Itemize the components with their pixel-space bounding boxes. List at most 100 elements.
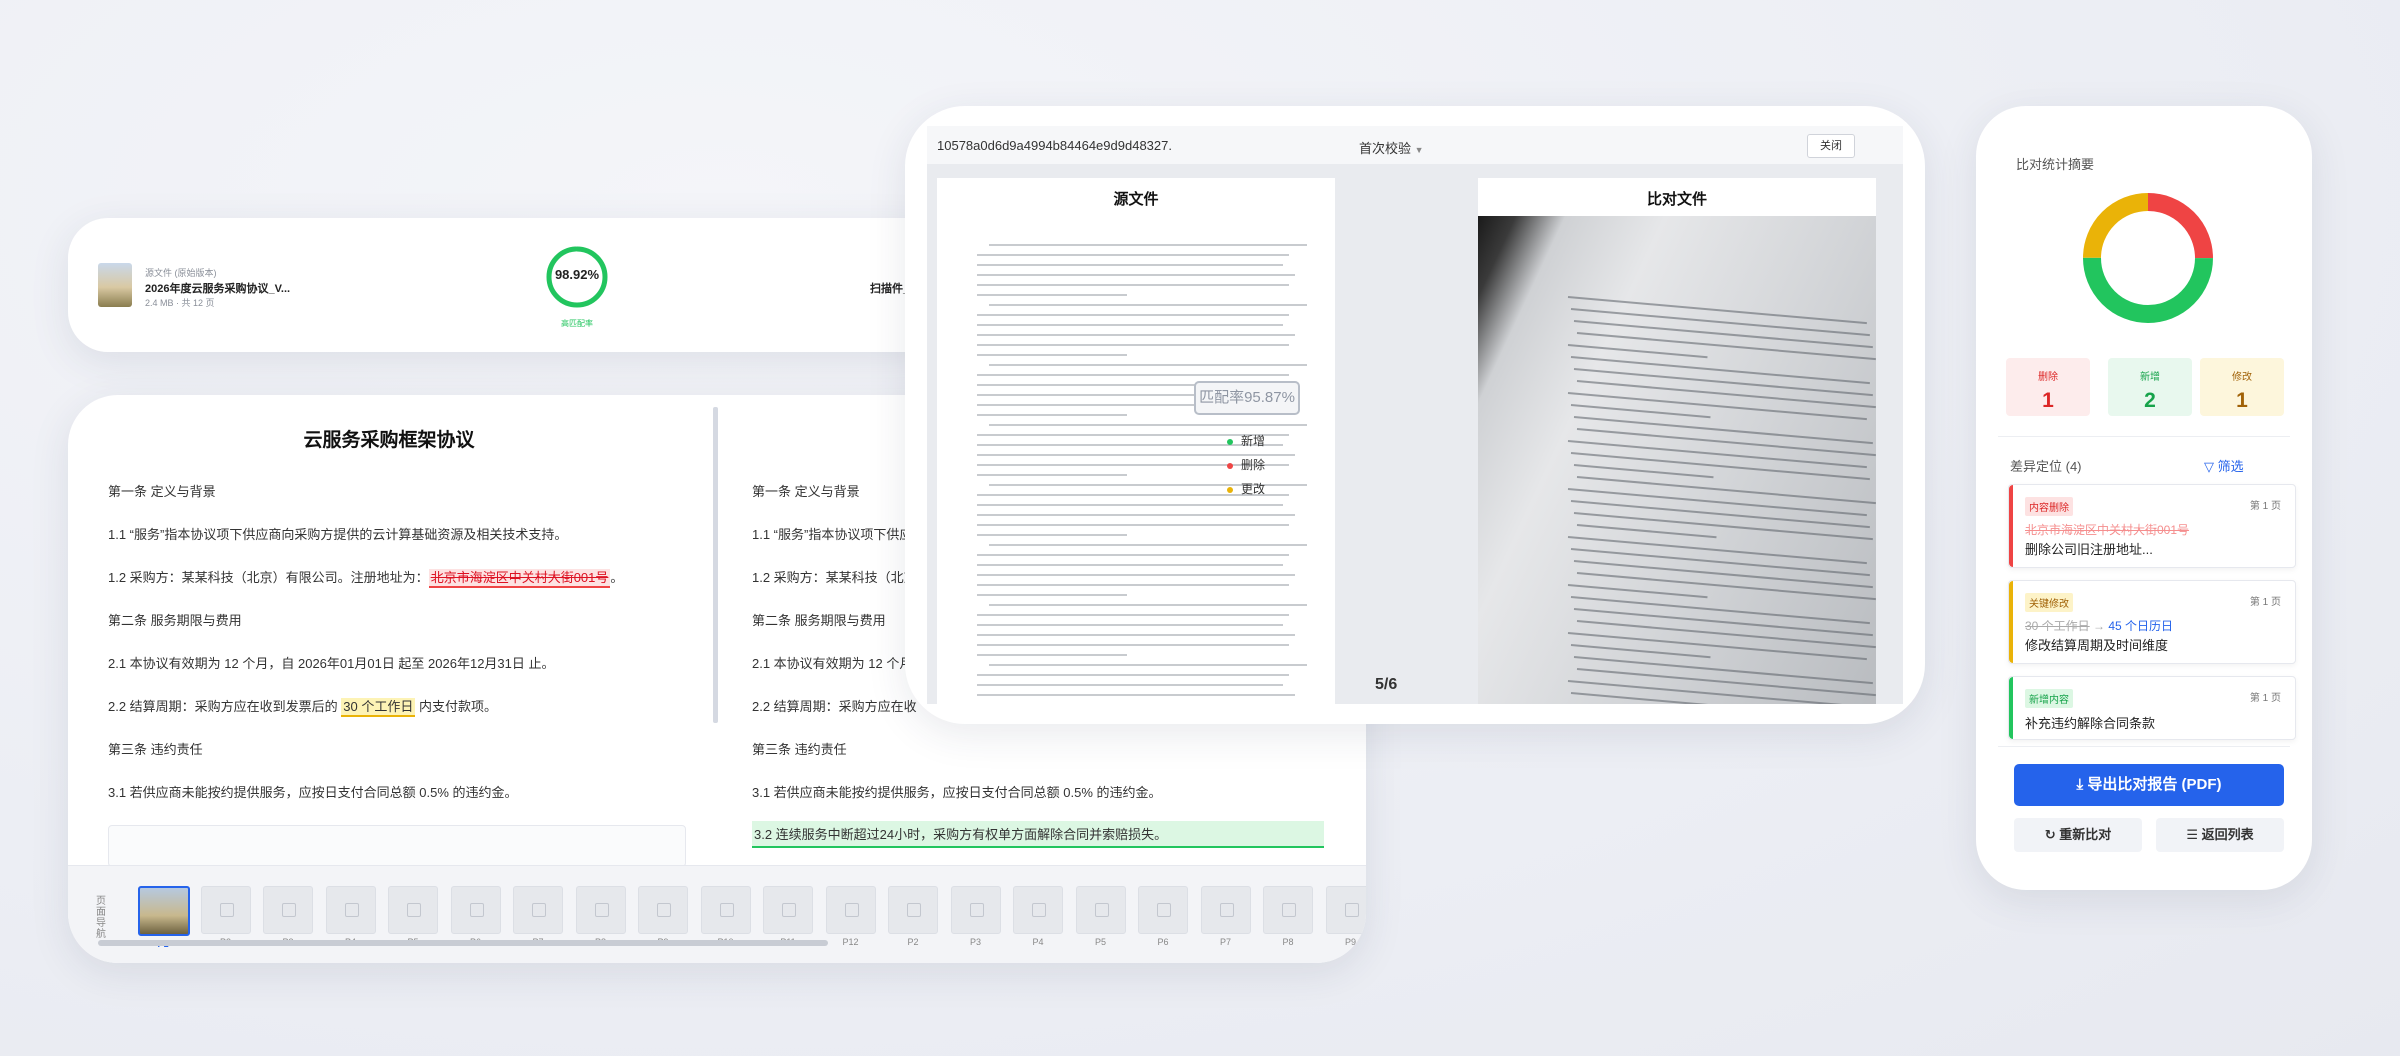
doc-paragraph: 1.2 采购方：某某科技（北京: [752, 570, 917, 585]
compare-page[interactable]: 比对文件: [1478, 178, 1876, 704]
doc-paragraph: 2.2 结算周期：采购方应在收到发票后的 30 个工作日 内支付款项。: [108, 696, 497, 717]
page-thumbnail[interactable]: P11: [763, 886, 813, 948]
page-preview: [825, 886, 876, 934]
legend-label: 更改: [1241, 482, 1266, 496]
diff-donut-chart: [2083, 193, 2213, 323]
source-file-thumbnail[interactable]: [98, 263, 132, 307]
match-rate-badge: 匹配率95.87%: [1194, 381, 1300, 415]
modified-text-highlight[interactable]: 30 个工作日: [341, 698, 416, 717]
doc-heading: 第二条 服务期限与费用: [752, 613, 886, 628]
diff-item-modified[interactable]: 关键修改 第 1 页 30 个工作日 → 45 个日历日 修改结算周期及时间维度: [2008, 580, 2296, 664]
page-thumbnail[interactable]: P2: [888, 886, 938, 948]
stat-deleted[interactable]: 删除 1: [2006, 358, 2090, 416]
text-line: [989, 424, 1307, 426]
stat-added[interactable]: 新增 2: [2108, 358, 2192, 416]
text-line: [977, 274, 1295, 276]
page-thumbnail[interactable]: P7: [513, 886, 563, 948]
doc-heading: 第三条 违约责任: [108, 742, 203, 757]
page-thumbnail-strip[interactable]: 页面导航 P1P2P3P4P5P6P7P8P9P10P11P12P2P3P4P5…: [68, 865, 1366, 963]
doc-paragraph: 3.1 若供应商未能按约提供服务，应按日支付合同总额 0.5% 的违约金。: [752, 785, 1162, 800]
viewer-toolbar: 10578a0d6d9a4994b84464e9d9d48327. 首次校验 ▼…: [927, 126, 1903, 164]
page-thumbnail[interactable]: P9: [638, 886, 688, 948]
text-line: [977, 354, 1127, 356]
doc-paragraph-text: 内支付款项。: [415, 699, 497, 714]
legend-label: 新增: [1241, 434, 1266, 448]
source-page-title: 源文件: [1113, 191, 1159, 208]
page-preview: [200, 886, 251, 934]
diff-tag: 关键修改: [2025, 593, 2073, 612]
page-thumbnail[interactable]: P8: [575, 886, 626, 948]
deleted-text-highlight[interactable]: 北京市海淀区中关村大街001号: [428, 569, 611, 588]
doc-heading: 第二条 服务期限与费用: [108, 613, 242, 628]
source-file-name[interactable]: 2026年度云服务采购协议_V...: [145, 280, 290, 296]
doc-paragraph: 2.1 本协议有效期为 12 个月，自 2026年01月01日 起至 2026年…: [108, 656, 555, 671]
stat-modified[interactable]: 修改 1: [2200, 358, 2284, 416]
page-thumbnail[interactable]: P5: [1075, 886, 1126, 948]
doc-paragraph: 2.1 本协议有效期为 12 个月: [752, 656, 913, 671]
filter-button[interactable]: ▽ 筛选: [2204, 456, 2244, 475]
scanned-text-line: [1576, 476, 1876, 505]
page-thumbnail[interactable]: P9: [1325, 886, 1366, 948]
diff-color-bar: [2009, 581, 2013, 663]
diff-old-text: 北京市海淀区中关村大街001号: [2025, 523, 2190, 537]
page-thumbnail[interactable]: P2: [200, 886, 251, 948]
added-text-highlight[interactable]: 3.2 连续服务中断超过24小时，采购方有权单方面解除合同并索赔损失。: [752, 821, 1324, 848]
scanned-text-line: [1567, 344, 1708, 359]
check-mode-dropdown[interactable]: 首次校验 ▼: [1359, 138, 1424, 157]
text-line: [977, 374, 1289, 376]
scanned-text-line: [1576, 572, 1876, 601]
diff-description: 删除公司旧注册地址...: [2025, 542, 2153, 557]
filter-icon: ▽: [2204, 459, 2214, 474]
summary-title: 比对统计摘要: [2016, 157, 2095, 172]
scanned-text-line: [1576, 524, 1717, 539]
diff-item-deleted[interactable]: 内容删除 第 1 页 北京市海淀区中关村大街001号 删除公司旧注册地址...: [2008, 484, 2296, 568]
page-thumbnail[interactable]: P6: [1138, 886, 1188, 948]
export-report-button[interactable]: ⤓ 导出比对报告 (PDF): [2014, 764, 2284, 806]
close-button[interactable]: 关闭: [1807, 134, 1855, 158]
arrow-right-icon: →: [2093, 619, 2106, 633]
source-page[interactable]: 源文件: [937, 178, 1335, 704]
text-line: [977, 264, 1283, 266]
doc-paragraph-text: 1.2 采购方：某某科技（北京）有限公司。注册地址为：: [108, 570, 429, 585]
placeholder-paragraph-box: [108, 825, 686, 867]
page-thumbnail[interactable]: P4: [1013, 886, 1063, 948]
page-preview: [950, 886, 1001, 934]
stat-label: 删除: [2038, 372, 2058, 383]
page-thumbnail[interactable]: P8: [1263, 886, 1313, 948]
page-number: P7: [1219, 937, 1231, 947]
text-line: [977, 294, 1127, 296]
diff-item-added[interactable]: 新增内容 第 1 页 补充违约解除合同条款: [2008, 676, 2296, 740]
text-line: [977, 324, 1283, 326]
period: 。: [610, 570, 624, 585]
page-thumbnail[interactable]: P1: [138, 886, 190, 949]
source-document-pane[interactable]: 云服务采购框架协议 第一条 定义与背景 1.1 “服务”指本协议项下供应商向采购…: [68, 395, 710, 867]
page-thumbnail[interactable]: P5: [388, 886, 438, 948]
text-line: [977, 614, 1289, 616]
scanned-text-line: [1573, 512, 1873, 541]
doc-heading: 第一条 定义与背景: [108, 484, 216, 499]
page-thumbnail[interactable]: P12: [825, 886, 876, 948]
text-line: [977, 344, 1289, 346]
page-thumbnail[interactable]: P3: [263, 886, 313, 948]
horizontal-scrollbar[interactable]: [98, 940, 828, 946]
page-number: P9: [1344, 937, 1356, 947]
page-preview: [763, 886, 813, 934]
source-file-tag: 源文件 (原始版本): [145, 268, 217, 278]
match-rate-value: 98.92%: [554, 267, 600, 282]
diff-color-bar: [2009, 485, 2013, 567]
page-thumbnail[interactable]: P4: [325, 886, 376, 948]
text-line: [977, 584, 1289, 586]
page-thumbnail[interactable]: P10: [700, 886, 751, 948]
scanned-text-line: [1576, 332, 1876, 361]
page-preview: [513, 886, 563, 934]
recompare-button[interactable]: ↻ 重新比对: [2014, 818, 2142, 852]
page-number: P4: [1032, 937, 1044, 947]
text-line: [989, 604, 1307, 606]
page-thumbnail[interactable]: P3: [950, 886, 1001, 948]
page-thumbnail[interactable]: P6: [450, 886, 501, 948]
scanned-text-line: [1570, 452, 1870, 481]
doc-paragraph-text: 2.2 结算周期：采购方应在收到发票后的: [108, 699, 342, 714]
back-to-list-button[interactable]: ☰ 返回列表: [2156, 818, 2284, 852]
diff-tag: 新增内容: [2025, 689, 2073, 708]
page-thumbnail[interactable]: P7: [1200, 886, 1251, 948]
